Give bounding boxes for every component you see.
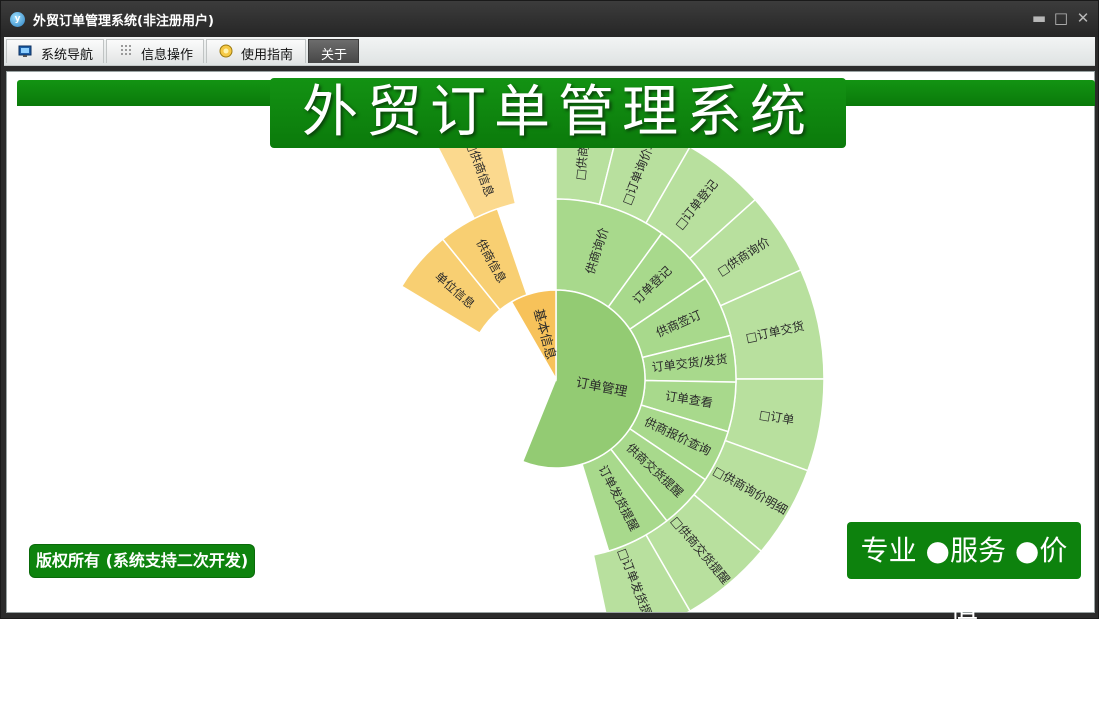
grid-icon bbox=[121, 45, 131, 55]
menu-item-label: 关于 bbox=[321, 48, 348, 63]
minimize-icon[interactable]: ▬ bbox=[1030, 9, 1048, 27]
close-icon[interactable]: ✕ bbox=[1074, 9, 1092, 27]
menu-item-info-ops[interactable]: 信息操作 bbox=[106, 39, 204, 63]
main-content: □供商询 □订单询价单 □订单登记 □供商询价 □订单交货 □订单 □供商询价明细 □供商交货… bbox=[6, 71, 1095, 624]
menu-item-user-guide[interactable]: 使用指南 bbox=[206, 39, 306, 63]
menu-item-label: 信息操作 bbox=[141, 48, 194, 63]
menu-item-label: 使用指南 bbox=[241, 48, 294, 63]
menu-item-about[interactable]: 关于 bbox=[308, 39, 359, 63]
copyright-badge: 版权所有 (系统支持二次开发) bbox=[30, 545, 255, 577]
menu-bar: 系统导航 信息操作 使用指南 关于 bbox=[4, 37, 1095, 66]
app-window: y 外贸订单管理系统(非注册用户) ▬ □ ✕ 系统导航 信息操作 使用指南 关… bbox=[0, 0, 1099, 624]
app-logo-icon: y bbox=[10, 12, 25, 27]
menu-item-system-nav[interactable]: 系统导航 bbox=[6, 39, 104, 63]
window-title: 外贸订单管理系统(非注册用户) bbox=[33, 14, 214, 29]
restore-icon[interactable]: □ bbox=[1052, 9, 1070, 27]
system-title-banner: 外贸订单管理系统 bbox=[270, 78, 846, 148]
slogan-badge: 专业 ●服务 ●价值 bbox=[847, 522, 1081, 624]
menu-item-label: 系统导航 bbox=[41, 48, 94, 63]
help-icon bbox=[219, 44, 233, 58]
monitor-icon bbox=[18, 45, 32, 57]
title-bar[interactable]: y 外贸订单管理系统(非注册用户) ▬ □ ✕ bbox=[1, 1, 1098, 37]
